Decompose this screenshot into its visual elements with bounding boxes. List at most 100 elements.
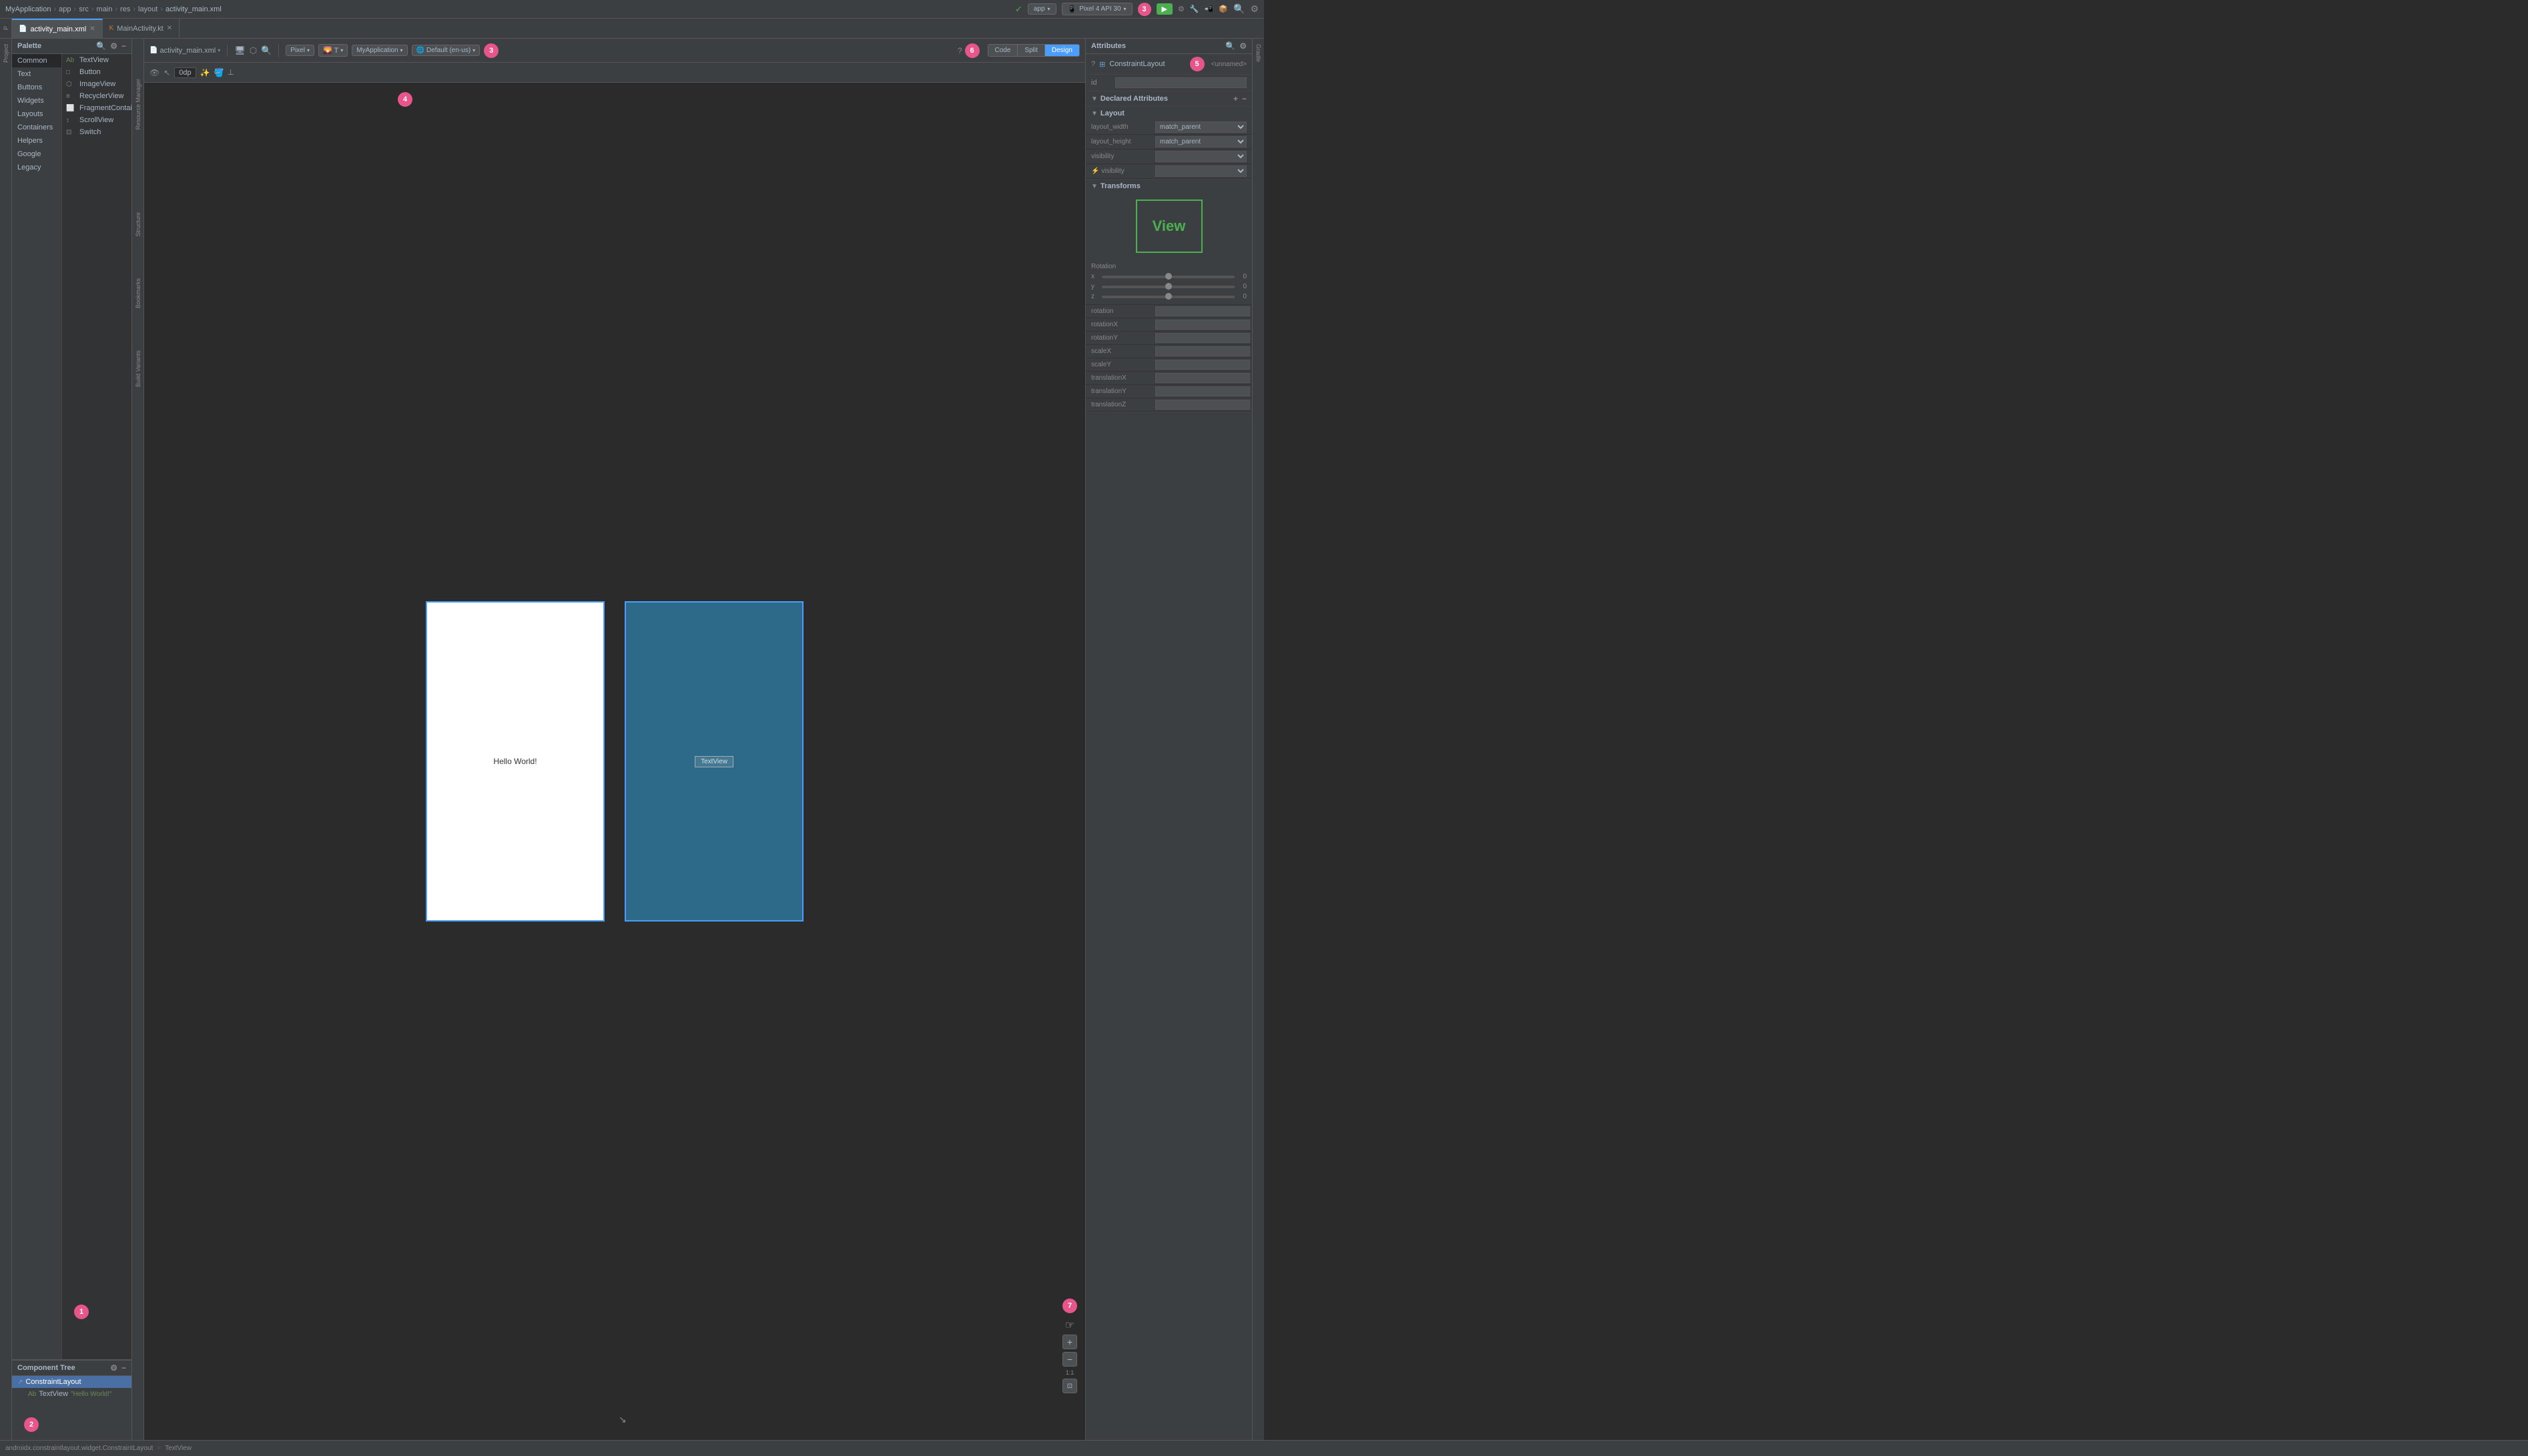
scaleX-field-input[interactable] (1155, 346, 1250, 356)
palette-settings-icon[interactable]: ⚙ (110, 41, 117, 51)
split-mode-button[interactable]: Split (1018, 45, 1044, 56)
tab-mainactivity[interactable]: K MainActivity.kt ✕ (103, 19, 180, 38)
breadcrumb-file[interactable]: activity_main.xml (166, 5, 222, 13)
sdk-icon[interactable]: 📦 (1219, 5, 1228, 13)
category-text[interactable]: Text (12, 67, 61, 81)
breadcrumb-layout[interactable]: layout (138, 5, 157, 13)
device-dropdown[interactable]: 📱 Pixel 4 API 30 ▾ (1062, 3, 1133, 15)
category-legacy[interactable]: Legacy (12, 161, 61, 174)
app-dropdown[interactable]: app ▾ (1028, 3, 1056, 15)
blueprint-icon[interactable]: ⬡ (250, 45, 257, 56)
help-icon[interactable]: ? (958, 46, 962, 55)
category-buttons[interactable]: Buttons (12, 81, 61, 94)
translationZ-field-input[interactable] (1155, 400, 1250, 410)
category-containers[interactable]: Containers (12, 121, 61, 134)
tab-mainactivity-close[interactable]: ✕ (167, 25, 172, 32)
gradle-icon[interactable]: 🔧 (1190, 5, 1199, 13)
code-mode-button[interactable]: Code (988, 45, 1018, 56)
breadcrumb-src[interactable]: src (79, 5, 89, 13)
rotation-y-handle[interactable] (1165, 283, 1172, 290)
design-phone-mockup[interactable]: Hello World! (426, 601, 605, 922)
breadcrumb-main[interactable]: main (97, 5, 113, 13)
palette-minimize-icon[interactable]: − (121, 41, 126, 51)
breadcrumb-res[interactable]: res (120, 5, 130, 13)
rotationX-field-input[interactable] (1155, 320, 1250, 330)
zoom-out-button[interactable]: − (1062, 1352, 1077, 1367)
palette-item-button[interactable]: □ Button (62, 66, 131, 78)
tab-activity-main-close[interactable]: ✕ (89, 25, 95, 33)
category-helpers[interactable]: Helpers (12, 134, 61, 147)
textview-blueprint-box[interactable]: TextView (695, 756, 733, 767)
project-strip-label[interactable]: Project (3, 44, 9, 63)
t-dropdown[interactable]: 🌄 T ▾ (318, 44, 348, 57)
category-layouts[interactable]: Layouts (12, 107, 61, 121)
attrs-search-icon[interactable]: 🔍 (1225, 41, 1235, 51)
translationX-field-input[interactable] (1155, 373, 1250, 383)
eye-icon[interactable]: 👁 (149, 68, 160, 77)
tab-activity-main[interactable]: 📄 activity_main.xml ✕ (12, 19, 103, 38)
tree-minimize-icon[interactable]: − (121, 1363, 126, 1373)
file-dropdown-label[interactable]: 📄 activity_main.xml ▾ (149, 47, 220, 55)
eraser-icon[interactable]: 🪣 (214, 68, 224, 77)
rotation-field-input[interactable] (1155, 306, 1250, 316)
design-icon[interactable]: 🖥 (234, 45, 246, 56)
checkmark-icon[interactable]: ✓ (1015, 4, 1022, 15)
tree-item-textview[interactable]: Ab TextView "Hello World!" (12, 1388, 131, 1400)
design-mode-button[interactable]: Design (1045, 45, 1079, 56)
layout-height-select[interactable]: match_parent wrap_content (1155, 136, 1247, 147)
rotationY-field-input[interactable] (1155, 333, 1250, 343)
breadcrumb-myapplication[interactable]: MyApplication (5, 5, 51, 13)
visibility-animated-select[interactable] (1155, 165, 1247, 177)
declared-remove-icon[interactable]: − (1242, 94, 1247, 103)
magic-icon[interactable]: ✨ (200, 68, 210, 77)
search-icon[interactable]: 🔍 (1233, 3, 1245, 15)
blueprint-phone-mockup[interactable]: TextView (625, 601, 804, 922)
category-widgets[interactable]: Widgets (12, 94, 61, 107)
avd-icon[interactable]: 📲 (1205, 5, 1214, 13)
id-input[interactable] (1115, 77, 1247, 88)
zoom-icon[interactable]: 🔍 (261, 45, 272, 56)
attrs-settings-icon[interactable]: ⚙ (1239, 41, 1247, 51)
category-common[interactable]: Common (12, 54, 61, 67)
app-name-dropdown[interactable]: MyApplication ▾ (352, 45, 407, 56)
locale-dropdown[interactable]: 🌐 Default (en-us) ▾ (412, 45, 481, 56)
declared-attributes-header[interactable]: ▼ Declared Attributes + − (1086, 91, 1252, 106)
category-google[interactable]: Google (12, 147, 61, 161)
layout-width-select[interactable]: match_parent wrap_content (1155, 121, 1247, 133)
rotation-z-handle[interactable] (1165, 293, 1172, 300)
build-variants-strip[interactable]: Build Variants (135, 350, 141, 389)
palette-item-recyclerview[interactable]: ≡ RecyclerView (62, 90, 131, 102)
transforms-section-header[interactable]: ▼ Transforms (1086, 179, 1252, 193)
fit-screen-button[interactable]: ⊡ (1062, 1379, 1077, 1393)
cursor-action-icon[interactable]: ☞ (1065, 1319, 1074, 1332)
palette-item-imageview[interactable]: ⬡ ImageView (62, 78, 131, 90)
layout-section-header[interactable]: ▼ Layout (1086, 107, 1252, 120)
structure-strip[interactable]: Structure (135, 212, 141, 239)
help-circle-icon[interactable]: ? (1091, 60, 1095, 68)
resource-manager-strip[interactable]: Resource Manager (135, 79, 141, 132)
run-button[interactable]: ▶ (1157, 3, 1173, 15)
visibility-select[interactable]: visible invisible gone (1155, 151, 1247, 162)
palette-item-scrollview[interactable]: ↕ ScrollView (62, 114, 131, 126)
pixel-dropdown[interactable]: Pixel ▾ (286, 45, 314, 56)
project-strip[interactable]: P (0, 19, 12, 38)
palette-item-fragmentcontainerview[interactable]: ⬜ FragmentContainerView (62, 102, 131, 114)
margin-input[interactable]: 0dp (174, 67, 196, 78)
right-strip-label[interactable]: Gradle (1255, 44, 1262, 62)
breadcrumb-app[interactable]: app (59, 5, 71, 13)
cursor-icon[interactable]: ↖ (164, 68, 170, 77)
palette-item-switch[interactable]: ⊡ Switch (62, 126, 131, 138)
declared-add-icon[interactable]: + (1233, 94, 1238, 103)
build-icon[interactable]: ⚙ (1178, 5, 1185, 13)
zoom-in-button[interactable]: + (1062, 1335, 1077, 1349)
palette-item-textview[interactable]: Ab TextView (62, 54, 131, 66)
scaleY-field-input[interactable] (1155, 360, 1250, 370)
palette-search-icon[interactable]: 🔍 (96, 41, 106, 51)
infer-constraints-icon[interactable]: ⟂ (228, 67, 234, 77)
tree-item-constraintlayout[interactable]: ↗ ConstraintLayout (12, 1376, 131, 1388)
translationY-field-input[interactable] (1155, 386, 1250, 396)
bookmarks-strip[interactable]: Bookmarks (135, 278, 141, 310)
settings-icon[interactable]: ⚙ (1250, 3, 1259, 15)
tree-settings-icon[interactable]: ⚙ (110, 1363, 117, 1373)
rotation-x-handle[interactable] (1165, 273, 1172, 280)
